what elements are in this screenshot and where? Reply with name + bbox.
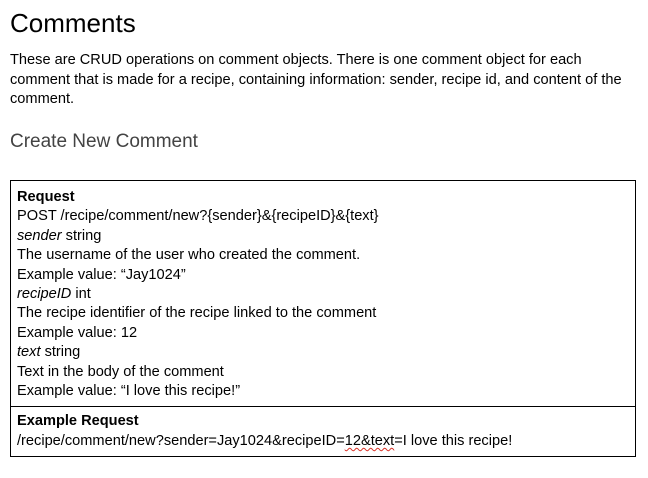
param-type: string [40, 344, 81, 361]
example-request-heading: Example Request [17, 413, 139, 430]
page-title: Comments [10, 8, 136, 38]
param-example: Example value: “Jay1024” [17, 266, 186, 283]
example-request-url: /recipe/comment/new?sender=Jay1024&recip… [17, 432, 629, 451]
param-type: int [71, 286, 91, 303]
request-row: Request POST /recipe/comment/new?{sender… [10, 179, 636, 408]
param-name: text [17, 344, 41, 361]
spellcheck-flagged-text[interactable]: 12&text [345, 433, 395, 449]
param-name: sender [17, 227, 62, 244]
param-example: Example value: “I love this recipe!” [17, 383, 241, 400]
param-description: The username of the user who created the… [17, 247, 361, 264]
intro-paragraph: These are CRUD operations on comment obj… [10, 52, 622, 107]
param-recipeid: recipeID int [17, 285, 629, 304]
param-sender: sender string [17, 227, 629, 246]
request-cell: Request POST /recipe/comment/new?{sender… [10, 179, 636, 408]
example-request-cell: Example Request /recipe/comment/new?send… [10, 406, 636, 458]
request-endpoint: POST /recipe/comment/new?{sender}&{recip… [17, 208, 379, 225]
param-description: Text in the body of the comment [17, 363, 224, 380]
param-text: text string [17, 343, 629, 362]
url-part: /recipe/comment/new?sender=Jay1024&recip… [17, 432, 345, 449]
param-description: The recipe identifier of the recipe link… [17, 305, 377, 322]
api-table: Request POST /recipe/comment/new?{sender… [10, 179, 636, 458]
url-part: =I love this recipe! [394, 432, 513, 449]
param-example: Example value: 12 [17, 324, 138, 341]
section-heading: Create New Comment [10, 131, 198, 152]
param-type: string [61, 227, 102, 244]
request-heading: Request [17, 189, 75, 205]
example-request-row: Example Request /recipe/comment/new?send… [10, 406, 636, 458]
param-name: recipeID [17, 286, 72, 303]
